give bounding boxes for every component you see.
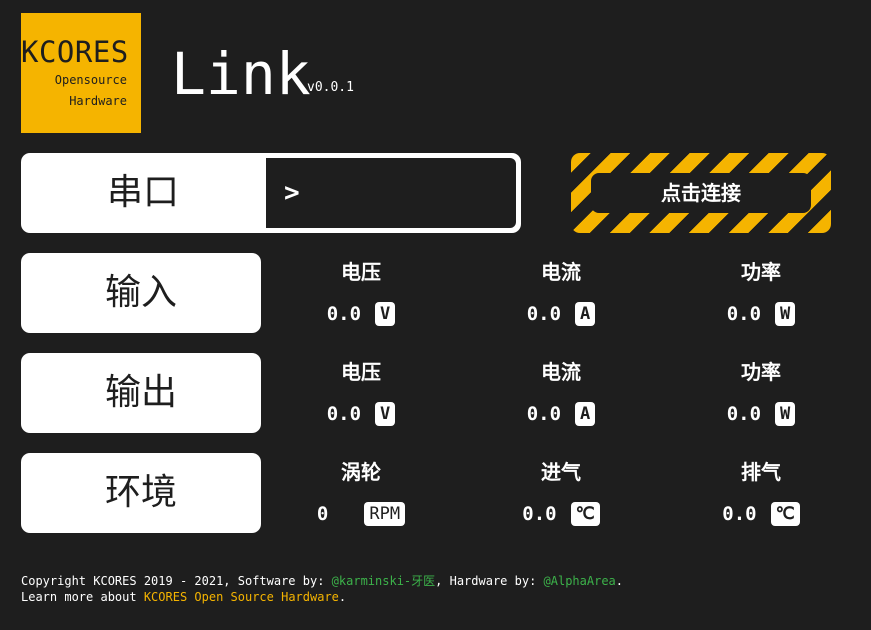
serial-port-input[interactable] [310,176,504,212]
app-version: v0.0.1 [307,80,354,95]
metric-intake-temp: 进气 0.0 ℃ [501,460,621,526]
logo-subtitle-line2: Hardware [69,94,127,108]
software-author-link[interactable]: @karminski-牙医 [332,574,435,588]
metric-title: 电压 [341,360,381,384]
metric-input-current: 电流 0.0 A [501,260,621,326]
metric-value: 0.0 [726,302,762,325]
footer-copyright-line: Copyright KCORES 2019 - 2021, Software b… [21,573,623,589]
footer-period: . [615,574,624,588]
metric-title: 功率 [741,260,781,284]
connect-button-label: 点击连接 [591,173,811,213]
unit-badge: ℃ [770,501,800,526]
serial-port-label: 串口 [106,172,179,213]
footer-copyright-text: Copyright KCORES 2019 - 2021, Software b… [21,574,332,588]
unit-badge: V [375,301,396,326]
metric-title: 涡轮 [341,460,381,484]
metric-input-voltage: 电压 0.0 V [301,260,421,326]
metric-output-power: 功率 0.0 W [701,360,821,426]
row-label-input: 输入 [21,253,261,333]
metric-input-power: 功率 0.0 W [701,260,821,326]
footer-learn-suffix: . [338,590,347,604]
unit-badge: V [375,401,396,426]
metric-turbine-rpm: 涡轮 0 RPM [301,460,421,526]
serial-port-input-wrap[interactable]: > [266,158,516,228]
kcores-logo: KCORES Opensource Hardware [21,13,141,133]
footer: Copyright KCORES 2019 - 2021, Software b… [21,573,623,605]
footer-hardware-text: , Hardware by: [435,574,544,588]
metric-value: 0.0 [326,302,362,325]
footer-learn-text: Learn more about [21,590,144,604]
logo-title: KCORES [21,35,129,69]
serial-port-panel: 串口 > [21,153,521,233]
unit-badge: W [775,401,796,426]
connect-button[interactable]: 点击连接 [571,153,831,233]
metric-title: 电流 [541,360,581,384]
metric-title: 排气 [741,460,781,484]
hardware-author-link[interactable]: @AlphaArea [544,574,616,588]
metric-title: 电流 [541,260,581,284]
logo-subtitle-line1: Opensource [54,73,127,87]
row-label-environment: 环境 [21,453,261,533]
app-title: Link [171,40,311,108]
metric-value: 0.0 [526,402,562,425]
metric-output-voltage: 电压 0.0 V [301,360,421,426]
metric-exhaust-temp: 排气 0.0 ℃ [701,460,821,526]
prompt-chevron-icon: > [284,178,300,208]
unit-badge: A [575,401,596,426]
metric-title: 进气 [541,460,581,484]
metric-value: 0.0 [326,402,362,425]
kcores-osh-link[interactable]: KCORES Open Source Hardware [144,590,339,604]
metric-value: 0.0 [526,302,562,325]
row-label-output: 输出 [21,353,261,433]
metric-value: 0.0 [522,502,557,525]
metric-title: 电压 [341,260,381,284]
metric-title: 功率 [741,360,781,384]
unit-badge: W [775,301,796,326]
footer-learn-line: Learn more about KCORES Open Source Hard… [21,589,623,605]
unit-badge: RPM [364,501,406,526]
metric-value: 0 [316,502,329,525]
metric-value: 0.0 [726,402,762,425]
unit-badge: ℃ [570,501,600,526]
unit-badge: A [575,301,596,326]
metric-output-current: 电流 0.0 A [501,360,621,426]
metric-value: 0.0 [722,502,757,525]
